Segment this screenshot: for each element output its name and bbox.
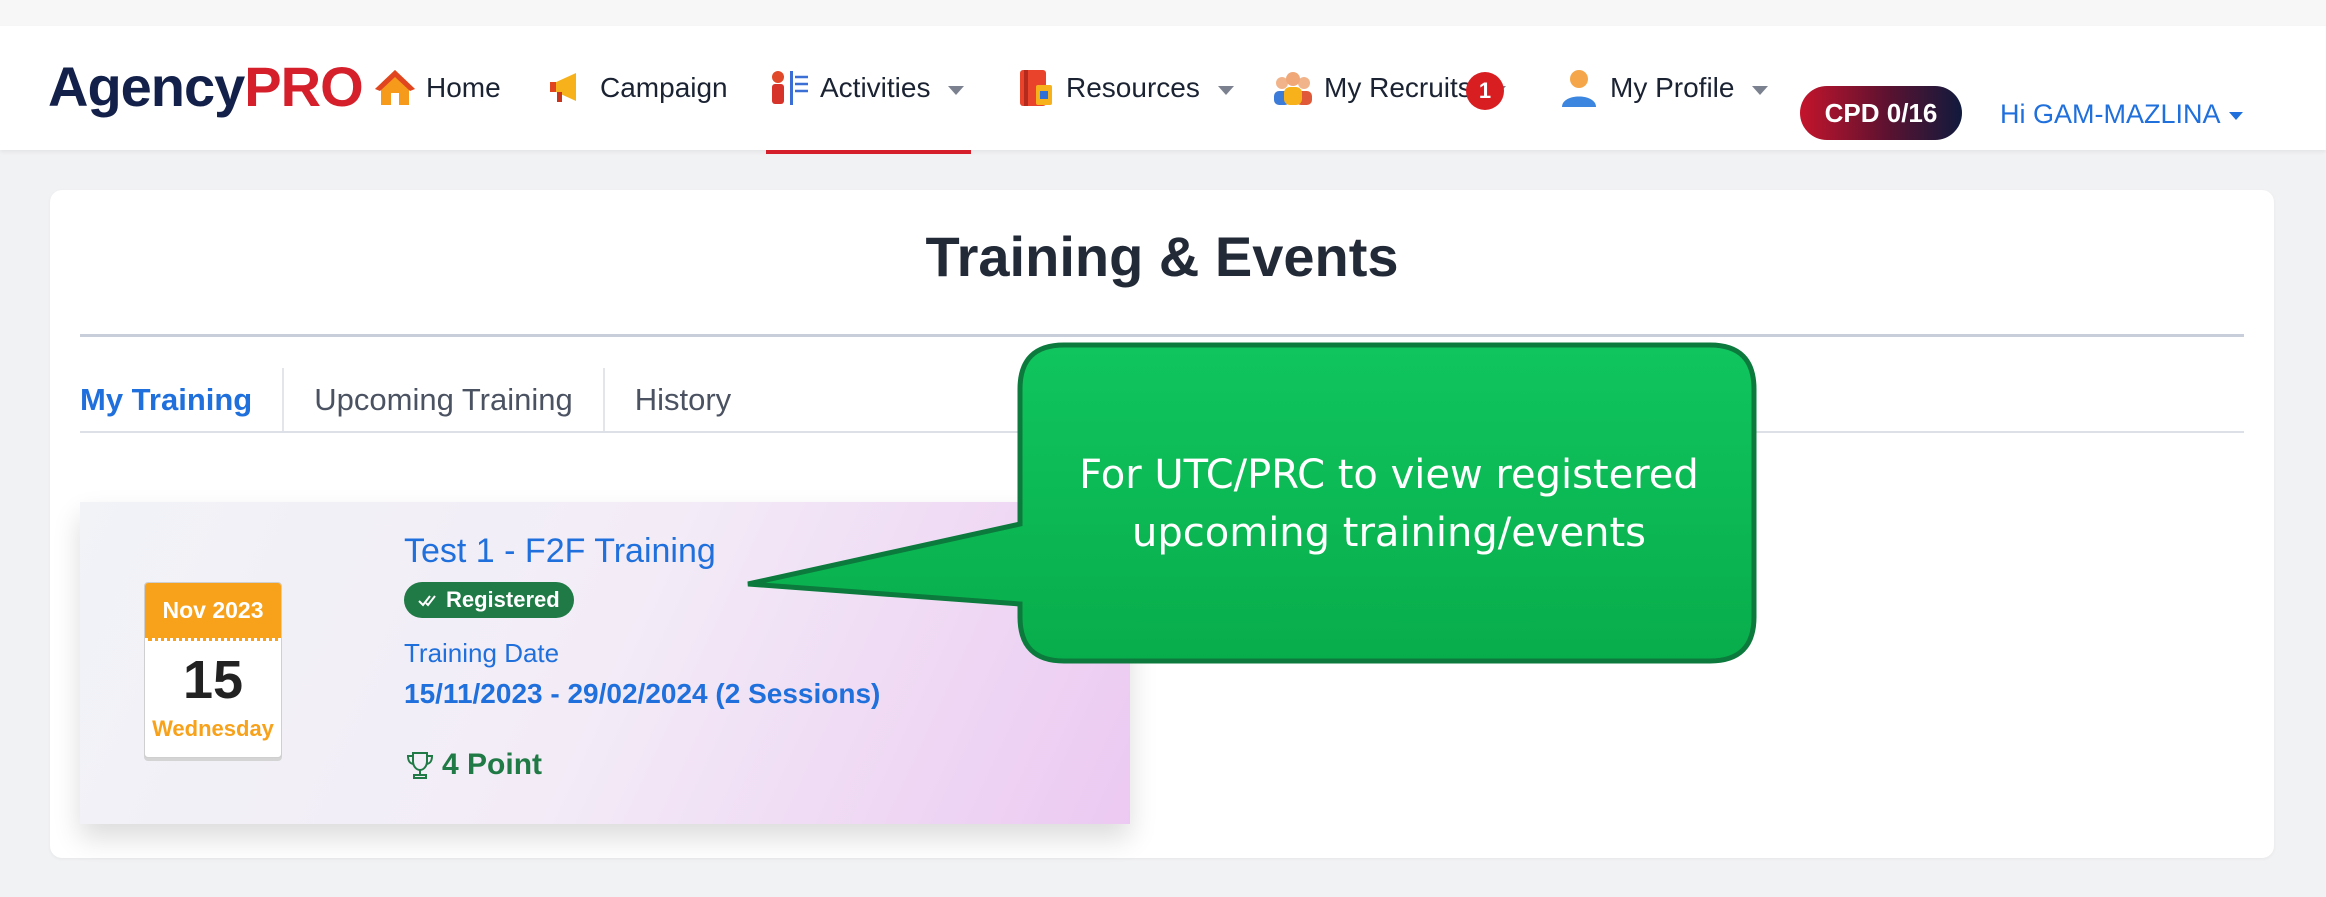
logo-text-pro: PRO: [244, 55, 363, 118]
training-date-label: Training Date: [404, 638, 560, 668]
tab-history[interactable]: History: [602, 368, 761, 432]
tab-my-training[interactable]: My Training: [80, 368, 282, 432]
team-icon: [1274, 72, 1312, 105]
nav-campaign[interactable]: Campaign: [546, 66, 728, 110]
binder-icon: [1020, 70, 1052, 106]
title-divider: [80, 334, 2244, 337]
top-strip: [0, 0, 2326, 26]
nav-campaign-label: Campaign: [600, 72, 728, 103]
chevron-down-icon: [1217, 85, 1234, 95]
training-points-value: 4 Point: [442, 748, 543, 781]
megaphone-icon: [550, 73, 576, 102]
active-nav-indicator: [766, 150, 971, 154]
notification-badge: 1: [1466, 72, 1504, 110]
user-greeting: Hi GAM-MAZLINA: [2000, 98, 2221, 129]
nav-my-recruits-label: My Recruits: [1324, 72, 1472, 103]
training-card[interactable]: Nov 2023 15 Wednesday Test 1 - F2F Train…: [80, 502, 1130, 824]
tabs-divider: [80, 431, 2244, 433]
calendar-weekday: Wednesday: [152, 716, 274, 741]
nav-resources-label: Resources: [1066, 72, 1200, 103]
calendar-month: Nov 2023: [145, 583, 281, 641]
app-logo[interactable]: AgencyPRO: [48, 54, 364, 120]
user-menu[interactable]: Hi GAM-MAZLINA: [2000, 92, 2243, 136]
nav-activities[interactable]: Activities: [766, 66, 965, 110]
status-badge-label: Registered: [446, 587, 560, 612]
cpd-progress-pill[interactable]: CPD 0/16: [1800, 86, 1962, 140]
callout-text: For UTC/PRC to view registered upcoming …: [1079, 452, 1699, 556]
tab-upcoming-training[interactable]: Upcoming Training: [282, 368, 602, 432]
chevron-down-icon: [948, 85, 965, 95]
nav-home[interactable]: Home: [372, 66, 501, 110]
home-icon: [375, 70, 415, 105]
page-title: Training & Events: [925, 225, 1399, 288]
nav-activities-label: Activities: [820, 72, 931, 103]
chevron-down-icon: [1752, 85, 1769, 95]
chevron-down-icon: [2228, 112, 2243, 120]
calendar-date-icon: Nov 2023 15 Wednesday: [144, 582, 282, 758]
double-check-icon: [418, 595, 436, 607]
training-date-range: 15/11/2023 - 29/02/2024 (2 Sessions): [404, 678, 881, 709]
nav-resources[interactable]: Resources: [1012, 66, 1234, 110]
calendar-day: 15: [182, 650, 244, 710]
nav-my-profile-label: My Profile: [1610, 72, 1735, 103]
top-navbar: AgencyPRO Home Campaign Activities Resou…: [0, 26, 2326, 150]
user-icon: [1562, 70, 1596, 107]
nav-home-label: Home: [426, 72, 501, 103]
training-title-link[interactable]: Test 1 - F2F Training: [404, 532, 716, 571]
trophy-icon: [406, 752, 434, 779]
presenter-icon: [772, 71, 808, 105]
training-points: 4 Point: [404, 748, 542, 782]
status-badge: Registered: [404, 582, 574, 618]
nav-my-profile[interactable]: My Profile: [1556, 66, 1769, 110]
logo-text-agency: Agency: [48, 55, 245, 118]
training-tabs: My Training Upcoming Training History: [80, 368, 761, 432]
